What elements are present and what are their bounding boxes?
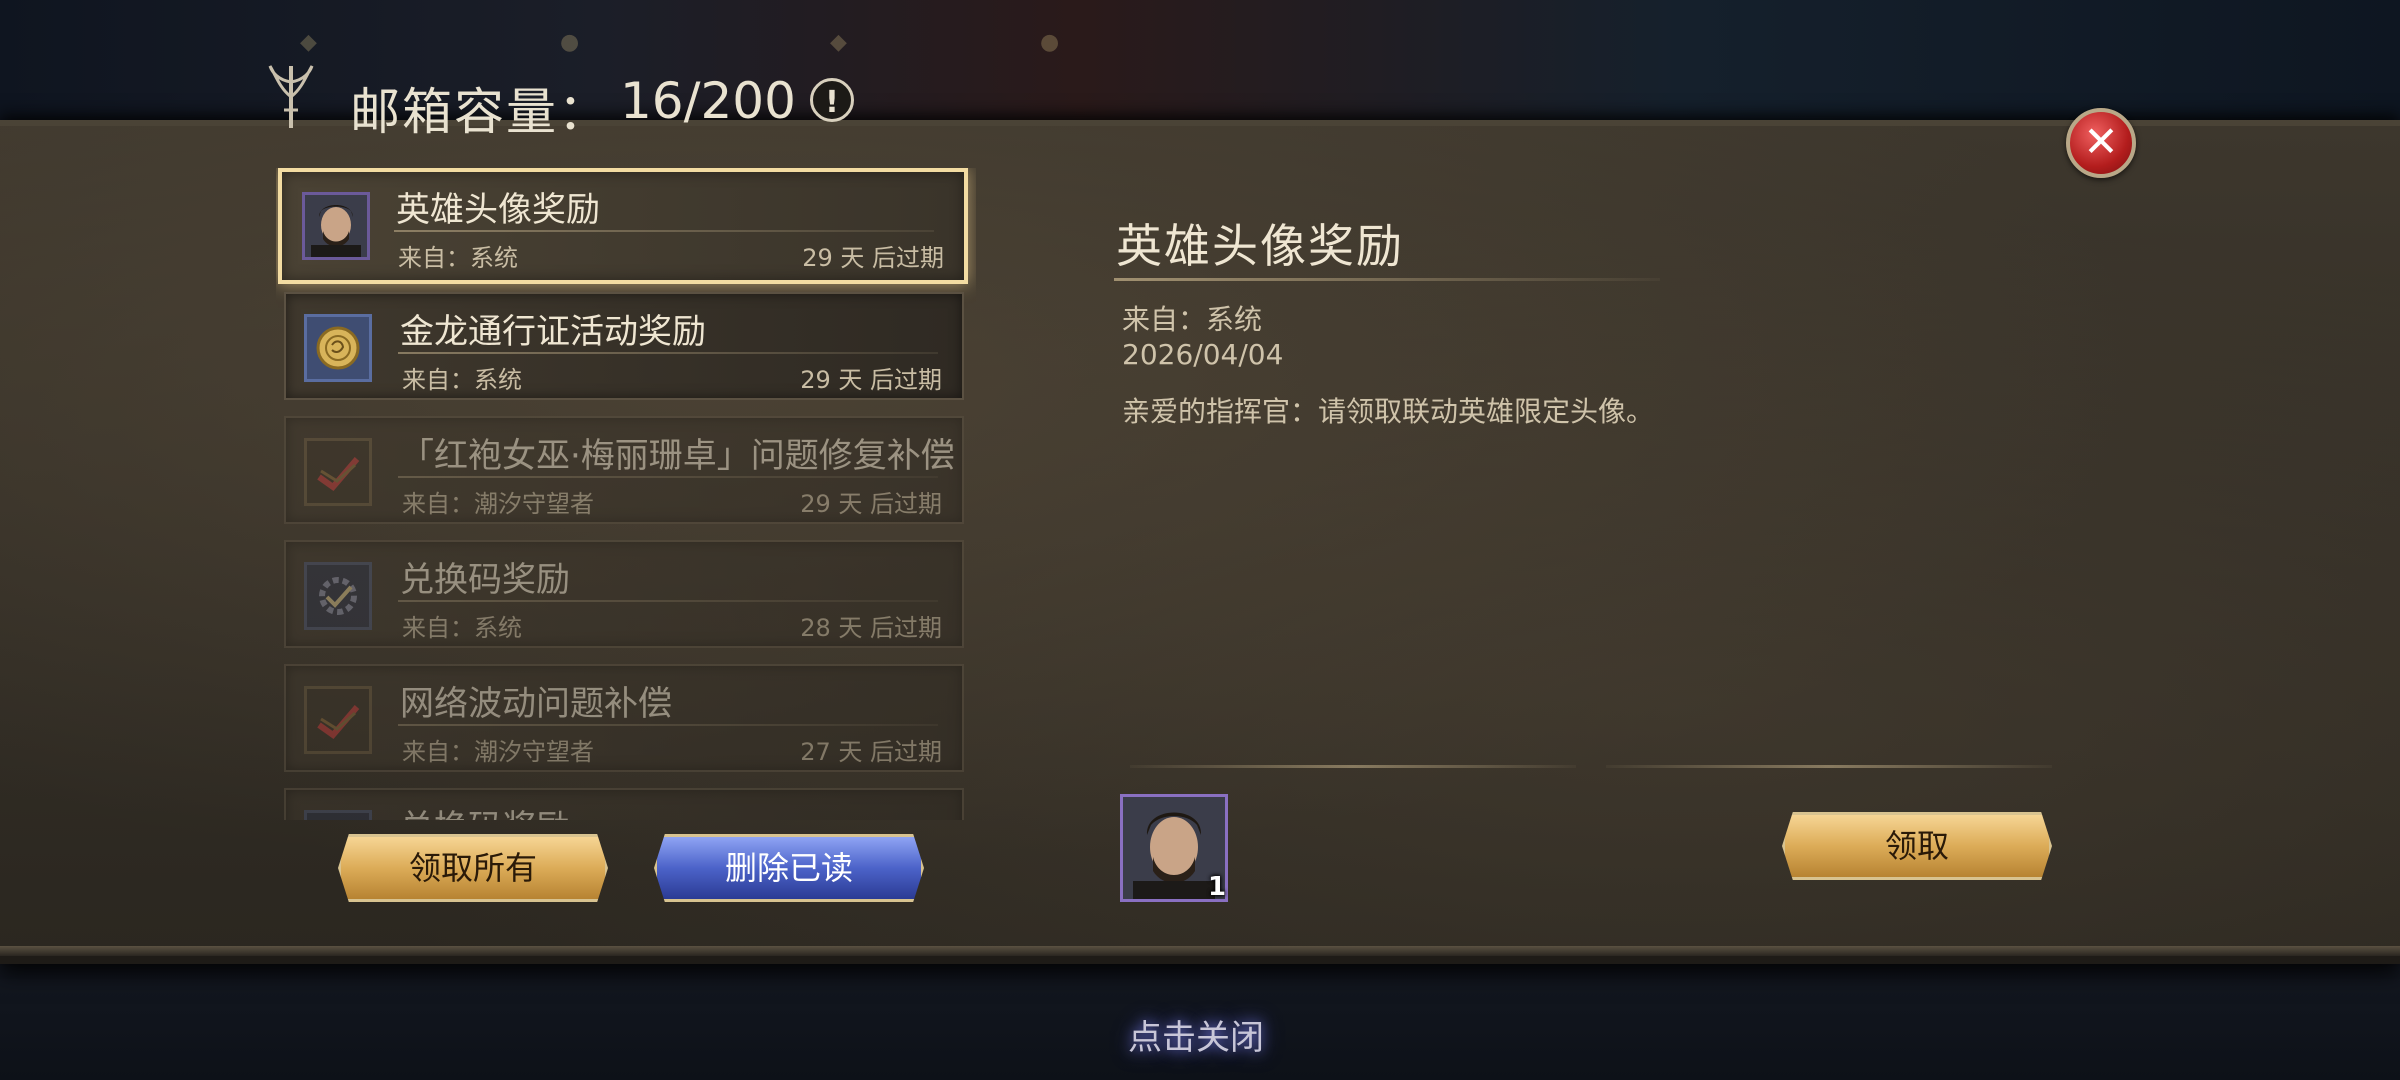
info-icon[interactable]: ! [810, 78, 854, 122]
mail-expiry: 29 天 后过期 [800, 366, 942, 394]
checked-scroll-icon [304, 438, 372, 506]
detail-body: 亲爱的指挥官：请领取联动英雄限定头像。 [1122, 395, 1655, 428]
checked-scroll-icon [304, 686, 372, 754]
mail-item-redeem-code[interactable]: 兑换码奖励 来自：系统 28 天 后过期 [284, 540, 964, 648]
detail-title: 英雄头像奖励 [1116, 219, 1404, 273]
mailbox-capacity-label: 邮箱容量： [350, 83, 610, 141]
checked-gear-icon [304, 810, 372, 820]
mail-expiry: 28 天 后过期 [800, 614, 942, 642]
claim-all-button[interactable]: 领取所有 [338, 834, 608, 902]
mail-sender: 来自：潮汐守望者 [402, 738, 594, 766]
gold-coin-icon [304, 314, 372, 382]
mail-sender: 来自：系统 [398, 244, 518, 272]
resource-icon: ● [560, 30, 580, 55]
divider [394, 230, 934, 232]
mail-expiry: 29 天 后过期 [802, 244, 944, 272]
mail-title: 网络波动问题补偿 [400, 684, 672, 724]
mailbox-capacity-count: 16/200 [620, 72, 796, 130]
divider [398, 724, 938, 726]
mail-item-network-compensation[interactable]: 网络波动问题补偿 来自：潮汐守望者 27 天 后过期 [284, 664, 964, 772]
divider [398, 600, 938, 602]
reward-count: 1 [1208, 872, 1227, 902]
tap-to-close-hint[interactable]: 点击关闭 [1128, 1010, 1264, 1059]
resource-icon: ● [1040, 30, 1060, 55]
mail-title: 「红袍女巫·梅丽珊卓」问题修复补偿 [400, 436, 955, 476]
resource-icon: ◆ [300, 30, 317, 55]
mail-title: 金龙通行证活动奖励 [400, 312, 706, 352]
divider [1114, 278, 1660, 281]
mail-title: 兑换码奖励 [400, 560, 570, 600]
detail-date: 2026/04/04 [1122, 338, 1284, 371]
mail-item-redeem-code[interactable]: 兑换码奖励 [284, 788, 964, 820]
mail-sender: 来自：系统 [402, 366, 522, 394]
checked-gear-icon [304, 562, 372, 630]
mail-expiry: 29 天 后过期 [800, 490, 942, 518]
mailbox-emblem-icon [268, 65, 314, 128]
mail-list[interactable]: 英雄头像奖励 来自：系统 29 天 后过期 金龙通行证活动奖励 来自：系统 29… [276, 168, 976, 820]
resource-icon: ◆ [830, 30, 847, 55]
divider [1606, 765, 2052, 768]
hero-portrait-icon [302, 192, 370, 260]
mail-title: 兑换码奖励 [400, 800, 570, 820]
divider [398, 476, 938, 478]
mail-sender: 来自：系统 [402, 614, 522, 642]
mail-item-melisandre-compensation[interactable]: 「红袍女巫·梅丽珊卓」问题修复补偿 来自：潮汐守望者 29 天 后过期 [284, 416, 964, 524]
mail-sender: 来自：潮汐守望者 [402, 490, 594, 518]
divider [1130, 765, 1576, 768]
mail-item-gold-dragon-pass[interactable]: 金龙通行证活动奖励 来自：系统 29 天 后过期 [284, 292, 964, 400]
mail-item-hero-portrait[interactable]: 英雄头像奖励 来自：系统 29 天 后过期 [278, 168, 968, 284]
close-icon[interactable]: ✕ [2066, 108, 2136, 178]
delete-read-button[interactable]: 删除已读 [654, 834, 924, 902]
mail-expiry: 27 天 后过期 [800, 738, 942, 766]
claim-button[interactable]: 领取 [1782, 812, 2052, 880]
divider [398, 352, 938, 354]
detail-sender: 来自：系统 [1122, 303, 1263, 336]
mail-title: 英雄头像奖励 [396, 190, 600, 230]
